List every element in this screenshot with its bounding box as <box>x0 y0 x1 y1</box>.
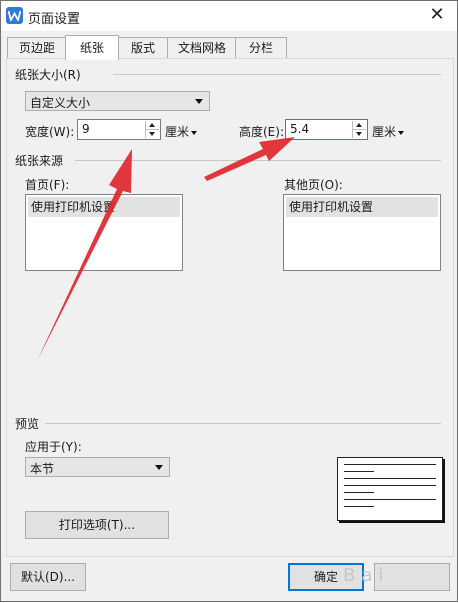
height-value: 5.4 <box>290 122 310 136</box>
preview-line <box>344 485 436 486</box>
unit-chevron-icon <box>398 130 405 135</box>
first-page-list-item[interactable]: 使用打印机设置 <box>28 197 180 217</box>
window-title: 页面设置 <box>28 12 81 27</box>
paper-size-selected: 自定义大小 <box>30 96 91 110</box>
preview-divider <box>45 423 441 424</box>
other-pages-listbox[interactable]: 使用打印机设置 <box>283 194 441 271</box>
width-unit: 厘米 <box>165 125 190 139</box>
other-pages-label: 其他页(O): <box>284 178 343 192</box>
page-preview <box>337 457 443 521</box>
chevron-down-icon <box>195 99 203 104</box>
width-unit-select[interactable]: 厘米 <box>165 123 198 140</box>
height-increment-button[interactable] <box>353 121 366 130</box>
height-unit: 厘米 <box>372 125 397 139</box>
preview-line <box>344 478 436 479</box>
paper-size-select[interactable]: 自定义大小 <box>25 91 210 111</box>
height-label: 高度(E): <box>239 125 284 139</box>
wps-writer-icon <box>6 7 23 24</box>
first-page-listbox[interactable]: 使用打印机设置 <box>25 194 183 271</box>
tab-columns[interactable]: 分栏 <box>235 37 287 59</box>
paper-source-group-label: 纸张来源 <box>15 154 64 168</box>
print-options-button[interactable]: 打印选项(T)... <box>25 511 169 539</box>
width-spin-buttons <box>145 121 159 138</box>
width-value: 9 <box>82 122 90 136</box>
height-spin-buttons <box>352 121 366 138</box>
preview-line <box>344 499 436 500</box>
tab-paper[interactable]: 纸张 <box>65 35 119 60</box>
width-decrement-button[interactable] <box>146 130 159 138</box>
unit-chevron-icon <box>191 130 198 135</box>
paper-size-divider <box>113 74 441 75</box>
height-decrement-button[interactable] <box>353 130 366 138</box>
default-button[interactable]: 默认(D)... <box>10 563 86 591</box>
watermark: Bai <box>343 565 390 586</box>
apply-to-label: 应用于(Y): <box>25 440 82 454</box>
chevron-down-icon <box>155 465 163 470</box>
preview-line <box>344 471 374 472</box>
preview-line <box>344 506 374 507</box>
width-label: 宽度(W): <box>25 125 75 139</box>
tab-layout[interactable]: 版式 <box>117 37 169 59</box>
page-setup-dialog: 页面设置 ✕ 页边距 纸张 版式 文档网格 分栏 纸张大小(R) 自定义大小 宽… <box>0 0 458 602</box>
tab-margins[interactable]: 页边距 <box>7 37 67 59</box>
preview-line <box>344 464 436 465</box>
apply-to-select[interactable]: 本节 <box>25 457 170 477</box>
tab-document-grid[interactable]: 文档网格 <box>167 37 237 59</box>
close-icon[interactable]: ✕ <box>417 1 457 31</box>
height-spinbox[interactable]: 5.4 <box>285 119 368 140</box>
width-increment-button[interactable] <box>146 121 159 130</box>
other-pages-list-item[interactable]: 使用打印机设置 <box>286 197 438 217</box>
first-page-label: 首页(F): <box>25 178 70 192</box>
paper-source-divider <box>75 160 441 161</box>
title-bar: 页面设置 ✕ <box>1 1 457 31</box>
width-spinbox[interactable]: 9 <box>77 119 161 140</box>
apply-to-selected: 本节 <box>30 462 55 476</box>
preview-group-label: 预览 <box>15 417 40 431</box>
paper-size-group-label: 纸张大小(R) <box>15 68 81 82</box>
height-unit-select[interactable]: 厘米 <box>372 123 405 140</box>
preview-line <box>344 492 374 493</box>
